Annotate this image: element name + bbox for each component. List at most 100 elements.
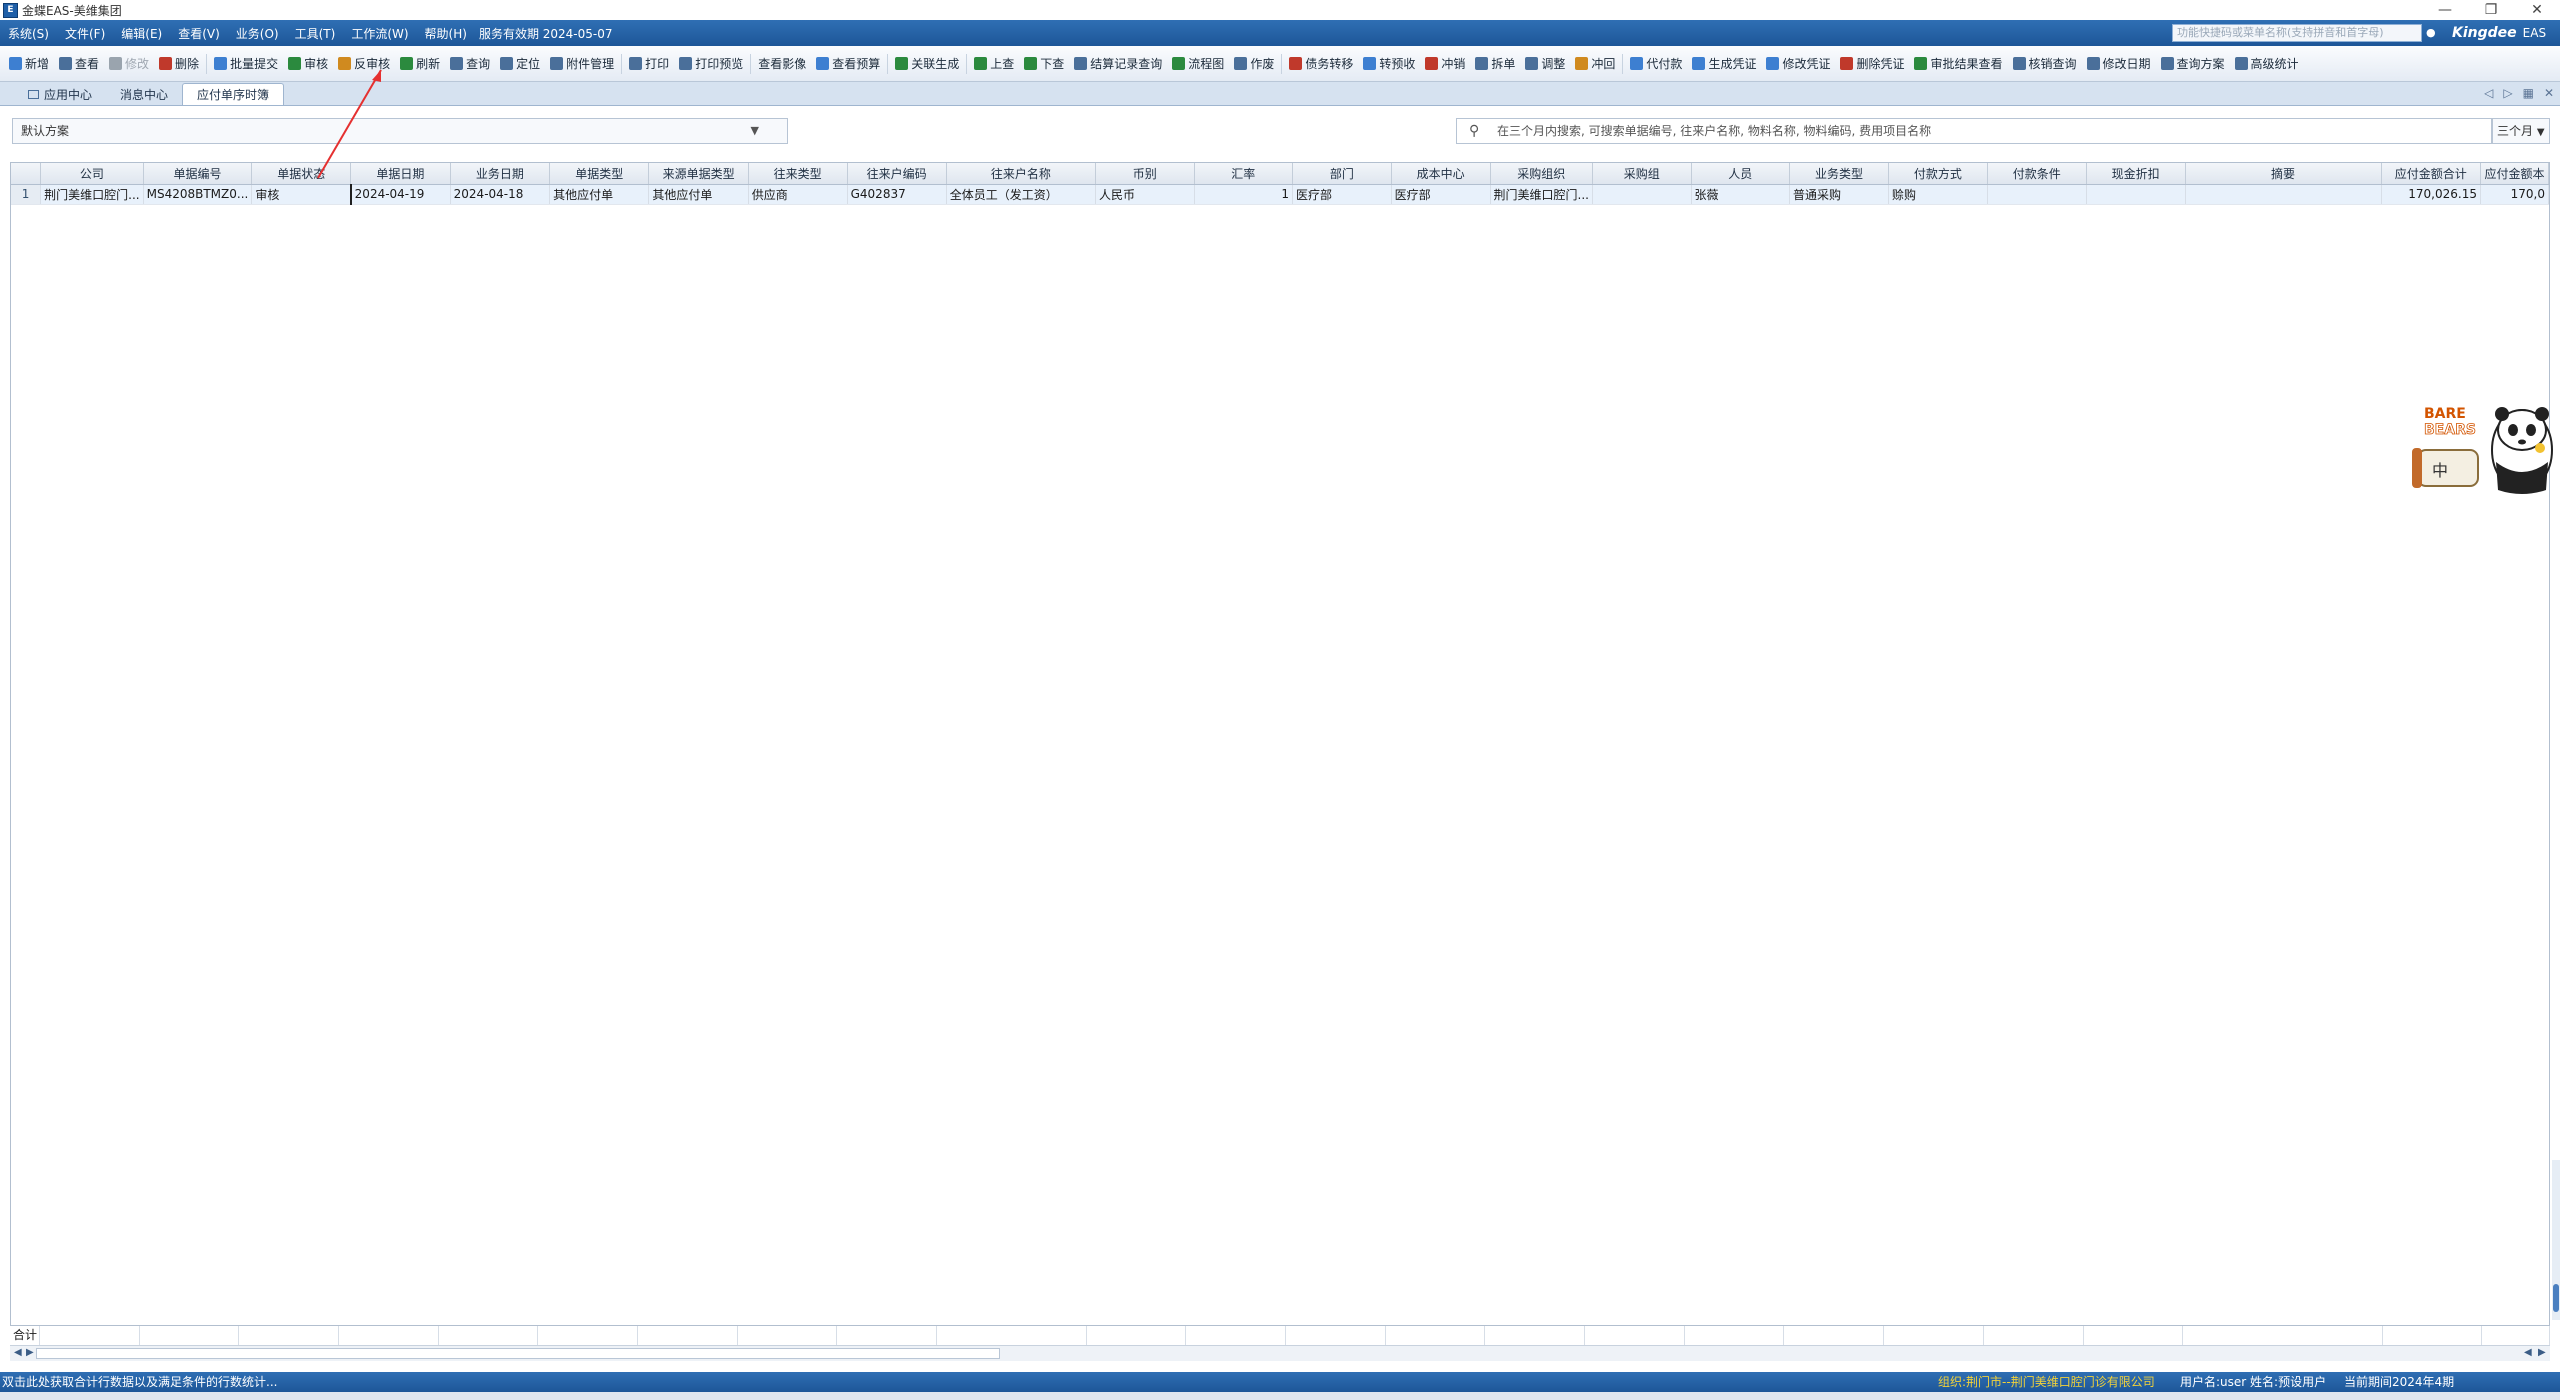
table-cell[interactable]: 张薇 bbox=[1691, 184, 1790, 205]
table-cell[interactable] bbox=[2185, 184, 2382, 205]
table-cell[interactable]: 审核 bbox=[251, 184, 352, 205]
toolbar-button-edit[interactable]: 修改 bbox=[104, 52, 154, 76]
toolbar-button-budget[interactable]: 查看预算 bbox=[811, 52, 885, 76]
toolbar-button-settlement[interactable]: 结算记录查询 bbox=[1069, 52, 1167, 76]
restore-button[interactable]: ❐ bbox=[2468, 0, 2514, 20]
toolbar-button-filter[interactable]: 查询 bbox=[445, 52, 495, 76]
toolbar-button-verify-query[interactable]: 核销查询 bbox=[2008, 52, 2082, 76]
column-header[interactable] bbox=[11, 163, 42, 185]
table-cell[interactable]: MS4208BTMZ0... bbox=[143, 184, 253, 205]
toolbar-button-locate[interactable]: 定位 bbox=[495, 52, 545, 76]
toolbar-button-print-preview[interactable]: 打印预览 bbox=[674, 52, 748, 76]
menu-system[interactable]: 系统(S) bbox=[0, 25, 57, 42]
column-header[interactable]: 来源单据类型 bbox=[648, 163, 749, 185]
table-cell[interactable]: 其他应付单 bbox=[648, 184, 749, 205]
toolbar-button-new-doc[interactable]: 新增 bbox=[4, 52, 54, 76]
column-header[interactable]: 单据类型 bbox=[549, 163, 650, 185]
sum-hint-text[interactable]: 双击此处获取合计行数据以及满足条件的行数统计... bbox=[2, 1372, 277, 1392]
toolbar-button-trace-up[interactable]: 上查 bbox=[969, 52, 1019, 76]
column-header[interactable]: 汇率 bbox=[1194, 163, 1293, 185]
column-header[interactable]: 现金折扣 bbox=[2086, 163, 2186, 185]
column-header[interactable]: 业务类型 bbox=[1789, 163, 1889, 185]
tab-message-center[interactable]: 消息中心 bbox=[106, 83, 182, 105]
column-header[interactable]: 业务日期 bbox=[450, 163, 551, 185]
table-cell[interactable]: 医疗部 bbox=[1292, 184, 1392, 205]
toolbar-button-attachment[interactable]: 附件管理 bbox=[545, 52, 619, 76]
search-icon[interactable]: ● bbox=[2426, 26, 2440, 40]
table-cell[interactable]: 供应商 bbox=[748, 184, 848, 205]
column-header[interactable]: 单据状态 bbox=[251, 163, 352, 185]
toolbar-button-delete-voucher[interactable]: 删除凭证 bbox=[1835, 52, 1909, 76]
column-header[interactable]: 应付金额本 bbox=[2480, 163, 2549, 185]
scroll-right-end-icon[interactable]: ▶ bbox=[2538, 1347, 2546, 1358]
toolbar-button-delete[interactable]: 删除 bbox=[154, 52, 204, 76]
menu-tools[interactable]: 工具(T) bbox=[287, 25, 344, 42]
column-header[interactable]: 部门 bbox=[1292, 163, 1392, 185]
scrollbar-thumb[interactable] bbox=[36, 1348, 1000, 1359]
toolbar-button-view-image[interactable]: 查看影像 bbox=[753, 52, 811, 76]
menu-edit[interactable]: 编辑(E) bbox=[113, 25, 170, 42]
menu-workflow[interactable]: 工作流(W) bbox=[343, 25, 416, 42]
tab-payable-list[interactable]: 应付单序时簿 bbox=[182, 83, 285, 105]
toolbar-button-approval-result[interactable]: 审批结果查看 bbox=[1909, 52, 2007, 76]
toolbar-button-to-prepay[interactable]: 转预收 bbox=[1358, 52, 1420, 76]
menu-file[interactable]: 文件(F) bbox=[57, 25, 113, 42]
toolbar-button-agent-pay[interactable]: 代付款 bbox=[1625, 52, 1687, 76]
toolbar-button-print[interactable]: 打印 bbox=[624, 52, 674, 76]
quick-search-input[interactable]: ⚲ 在三个月内搜索, 可搜索单据编号, 往来户名称, 物料名称, 物料编码, 费… bbox=[1456, 118, 2492, 144]
column-header[interactable]: 公司 bbox=[40, 163, 144, 185]
minimize-button[interactable]: — bbox=[2422, 0, 2468, 20]
column-header[interactable]: 单据日期 bbox=[350, 163, 451, 185]
period-select[interactable]: 三个月 ▼ bbox=[2492, 118, 2550, 144]
table-cell[interactable]: G402837 bbox=[847, 184, 947, 205]
column-header[interactable]: 往来户编码 bbox=[847, 163, 947, 185]
table-cell[interactable]: 170,0 bbox=[2480, 184, 2549, 205]
sum-row[interactable]: 合计 bbox=[10, 1325, 2551, 1345]
table-cell[interactable]: 荆门美维口腔门... bbox=[1490, 184, 1593, 205]
toolbar-button-edit-date[interactable]: 修改日期 bbox=[2082, 52, 2156, 76]
column-header[interactable]: 币别 bbox=[1095, 163, 1195, 185]
tab-next-icon[interactable]: ▷ bbox=[2503, 86, 2512, 100]
toolbar-button-voucher[interactable]: 生成凭证 bbox=[1687, 52, 1761, 76]
toolbar-button-unaudit[interactable]: 反审核 bbox=[333, 52, 395, 76]
table-cell[interactable]: 1 bbox=[1194, 184, 1293, 205]
row-number[interactable]: 1 bbox=[11, 184, 42, 205]
toolbar-button-advanced-stats[interactable]: 高级统计 bbox=[2230, 52, 2304, 76]
toolbar-button-split[interactable]: 拆单 bbox=[1470, 52, 1520, 76]
column-header[interactable]: 应付金额合计 bbox=[2381, 163, 2482, 185]
column-header[interactable]: 往来户名称 bbox=[946, 163, 1096, 185]
column-header[interactable]: 成本中心 bbox=[1391, 163, 1491, 185]
table-cell[interactable]: 赊购 bbox=[1888, 184, 1988, 205]
column-header[interactable]: 采购组 bbox=[1592, 163, 1692, 185]
toolbar-button-debt-transfer[interactable]: 债务转移 bbox=[1284, 52, 1358, 76]
table-cell[interactable]: 2024-04-19 bbox=[349, 184, 451, 205]
column-header[interactable]: 人员 bbox=[1691, 163, 1790, 185]
table-cell[interactable]: 人民币 bbox=[1095, 184, 1195, 205]
toolbar-button-flowchart[interactable]: 流程图 bbox=[1167, 52, 1229, 76]
toolbar-button-batch-submit[interactable]: 批量提交 bbox=[209, 52, 283, 76]
table-row[interactable]: 1 荆门美维口腔门... MS4208BTMZ0... 审核 2024-04-19 202… bbox=[11, 184, 2549, 205]
toolbar-button-refresh[interactable]: 刷新 bbox=[395, 52, 445, 76]
table-cell[interactable]: 全体员工（发工资） bbox=[946, 184, 1096, 205]
table-cell[interactable] bbox=[1592, 184, 1692, 205]
horizontal-scrollbar[interactable]: ◀ ▶ ◀ ▶ bbox=[10, 1345, 2550, 1361]
side-scroll-thumb[interactable] bbox=[2553, 1284, 2559, 1312]
tab-close-icon[interactable]: ✕ bbox=[2544, 86, 2554, 100]
tab-list-icon[interactable]: ▦ bbox=[2523, 86, 2534, 100]
toolbar-button-view[interactable]: 查看 bbox=[54, 52, 104, 76]
column-header[interactable]: 往来类型 bbox=[748, 163, 848, 185]
column-header[interactable]: 付款条件 bbox=[1987, 163, 2087, 185]
table-cell[interactable]: 荆门美维口腔门... bbox=[40, 184, 144, 205]
toolbar-button-trace-down[interactable]: 下查 bbox=[1019, 52, 1069, 76]
side-scroll-handle[interactable] bbox=[2552, 1160, 2560, 1320]
menu-business[interactable]: 业务(O) bbox=[228, 25, 287, 42]
menu-view[interactable]: 查看(V) bbox=[170, 25, 228, 42]
function-search-input[interactable]: 功能快捷码或菜单名称(支持拼音和首字母) bbox=[2172, 24, 2422, 42]
toolbar-button-reverse[interactable]: 冲回 bbox=[1570, 52, 1620, 76]
close-window-button[interactable]: ✕ bbox=[2514, 0, 2560, 20]
table-cell[interactable] bbox=[2086, 184, 2186, 205]
tab-app-center[interactable]: 应用中心 bbox=[14, 83, 106, 105]
column-header[interactable]: 摘要 bbox=[2185, 163, 2382, 185]
tab-prev-icon[interactable]: ◁ bbox=[2484, 86, 2493, 100]
toolbar-button-query-scheme[interactable]: 查询方案 bbox=[2156, 52, 2230, 76]
